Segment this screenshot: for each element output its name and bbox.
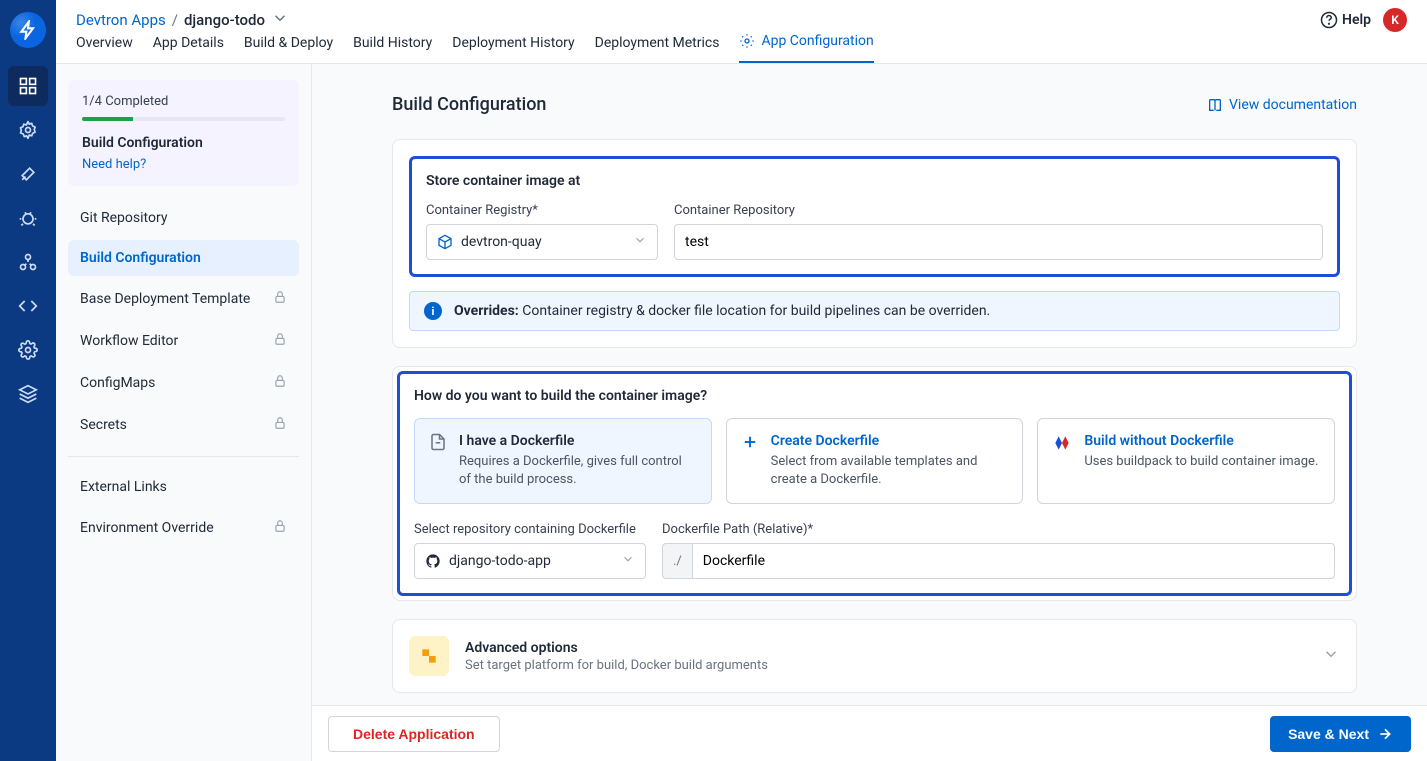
path-label: Dockerfile Path (Relative)* [662, 522, 1335, 537]
repo-label: Select repository containing Dockerfile [414, 522, 646, 537]
breadcrumb-chevron-down-icon[interactable] [271, 9, 289, 31]
top-header: Devtron Apps / django-todo Help K Overv [56, 0, 1427, 64]
build-opt-have-dockerfile[interactable]: I have a Dockerfile Requires a Dockerfil… [414, 418, 712, 504]
rail-gear-icon[interactable] [8, 330, 48, 370]
chevron-down-icon [621, 552, 635, 570]
book-icon [1207, 97, 1223, 113]
breadcrumb-current: django-todo [184, 11, 265, 29]
registry-select[interactable]: devtron-quay [426, 224, 658, 260]
build-section-title: How do you want to build the container i… [414, 388, 1335, 404]
side-build-configuration[interactable]: Build Configuration [68, 240, 299, 276]
devtron-logo-icon[interactable] [10, 12, 46, 48]
store-section-title: Store container image at [426, 173, 1323, 189]
repo-select[interactable]: django-todo-app [414, 543, 646, 579]
delete-application-button[interactable]: Delete Application [328, 716, 500, 752]
arrow-right-icon [1377, 726, 1393, 742]
lock-icon [273, 374, 287, 392]
plus-icon [741, 433, 759, 489]
help-button[interactable]: Help [1320, 11, 1371, 29]
file-icon [429, 433, 447, 489]
advanced-icon [409, 636, 449, 676]
rail-stack-icon[interactable] [8, 374, 48, 414]
store-container-section: Store container image at Container Regis… [409, 156, 1340, 277]
overrides-banner: i Overrides: Container registry & docker… [409, 291, 1340, 331]
progress-bar [82, 117, 285, 121]
rail-bug-icon[interactable] [8, 198, 48, 238]
need-help-link[interactable]: Need help? [82, 157, 285, 172]
icon-rail [0, 0, 56, 761]
lock-icon [273, 519, 287, 537]
rail-apps-icon[interactable] [8, 66, 48, 106]
rail-deploy-icon[interactable] [8, 154, 48, 194]
buildpack-icon [1052, 433, 1072, 489]
github-icon [425, 553, 441, 569]
repository-input[interactable] [674, 224, 1323, 260]
registry-label: Container Registry* [426, 203, 658, 218]
help-icon [1320, 11, 1338, 29]
gear-icon [739, 33, 755, 49]
side-base-deployment-template[interactable]: Base Deployment Template [68, 280, 299, 318]
chevron-down-icon[interactable] [1322, 645, 1340, 667]
breadcrumb-root[interactable]: Devtron Apps [76, 11, 166, 29]
repository-label: Container Repository [674, 203, 1323, 218]
progress-title: Build Configuration [82, 135, 285, 151]
lock-icon [273, 332, 287, 350]
advanced-desc: Set target platform for build, Docker bu… [465, 658, 768, 673]
rail-code-icon[interactable] [8, 286, 48, 326]
build-method-section: How do you want to build the container i… [397, 371, 1352, 596]
side-secrets[interactable]: Secrets [68, 406, 299, 444]
progress-card: 1/4 Completed Build Configuration Need h… [68, 80, 299, 186]
rail-cluster-icon[interactable] [8, 242, 48, 282]
cube-icon [437, 234, 453, 250]
side-environment-override[interactable]: Environment Override [68, 509, 299, 547]
progress-text: 1/4 Completed [82, 94, 285, 109]
build-opt-without-dockerfile[interactable]: Build without Dockerfile Uses buildpack … [1037, 418, 1335, 504]
lock-icon [273, 416, 287, 434]
footer: Delete Application Save & Next [312, 705, 1427, 761]
user-avatar[interactable]: K [1383, 8, 1407, 32]
side-external-links[interactable]: External Links [68, 469, 299, 505]
advanced-title: Advanced options [465, 640, 768, 656]
info-icon: i [424, 302, 442, 320]
config-sidebar: 1/4 Completed Build Configuration Need h… [56, 64, 312, 761]
view-documentation-link[interactable]: View documentation [1207, 97, 1357, 113]
advanced-options-card[interactable]: Advanced options Set target platform for… [392, 619, 1357, 693]
build-opt-create-dockerfile[interactable]: Create Dockerfile Select from available … [726, 418, 1024, 504]
rail-settings-icon[interactable] [8, 110, 48, 150]
chevron-down-icon [633, 233, 647, 251]
breadcrumb-sep: / [172, 11, 178, 29]
side-configmaps[interactable]: ConfigMaps [68, 364, 299, 402]
page-title: Build Configuration [392, 94, 546, 115]
save-next-button[interactable]: Save & Next [1270, 716, 1411, 752]
breadcrumb: Devtron Apps / django-todo [76, 9, 289, 31]
side-workflow-editor[interactable]: Workflow Editor [68, 322, 299, 360]
dockerfile-path-input[interactable] [692, 543, 1335, 579]
side-git-repository[interactable]: Git Repository [68, 200, 299, 236]
lock-icon [273, 290, 287, 308]
path-prefix: ./ [662, 543, 692, 579]
main-content: Build Configuration View documentation S… [312, 64, 1427, 705]
